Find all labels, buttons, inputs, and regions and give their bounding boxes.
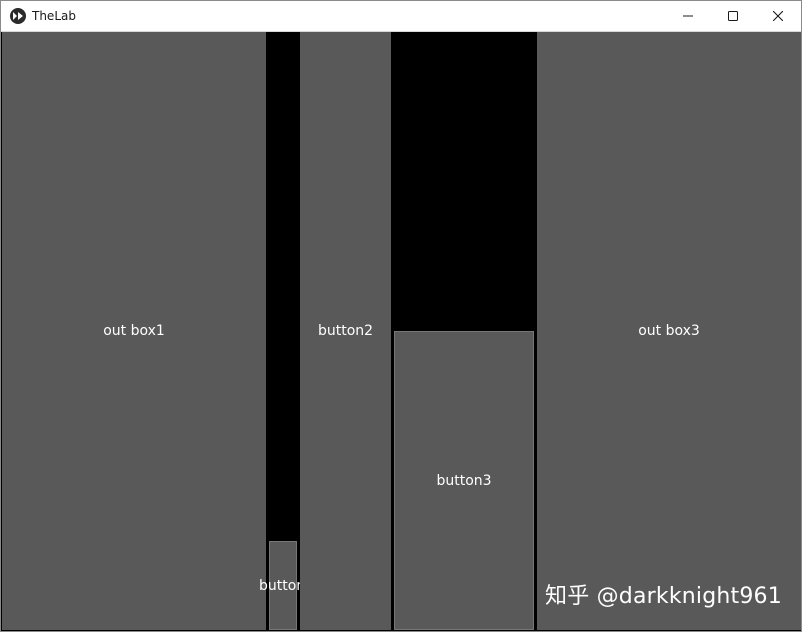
- maximize-button[interactable]: [710, 1, 756, 31]
- close-button[interactable]: [755, 1, 801, 31]
- button3[interactable]: button3: [394, 331, 534, 630]
- button2-label: button2: [317, 323, 374, 339]
- kivy-app-icon: [10, 8, 26, 24]
- out-box1: out box1: [2, 32, 266, 630]
- button1-label: button: [259, 578, 306, 594]
- minimize-button[interactable]: [665, 1, 711, 31]
- close-icon: [773, 11, 783, 21]
- watermark-text: 知乎 @darkknight961: [545, 584, 782, 609]
- out-box3: out box3: [537, 32, 801, 630]
- out-box3-label: out box3: [638, 323, 700, 339]
- out-box1-label: out box1: [103, 323, 165, 339]
- app-window: TheLab out box1 button button2 button3 o…: [0, 0, 802, 632]
- window-title: TheLab: [32, 9, 76, 23]
- maximize-icon: [728, 11, 738, 21]
- button3-label: button3: [436, 472, 492, 489]
- button2[interactable]: button2: [300, 32, 391, 630]
- minimize-icon: [683, 15, 693, 17]
- kivy-canvas: out box1 button button2 button3 out box3: [1, 32, 801, 631]
- title-bar[interactable]: TheLab: [1, 1, 801, 32]
- button1[interactable]: button: [259, 541, 305, 630]
